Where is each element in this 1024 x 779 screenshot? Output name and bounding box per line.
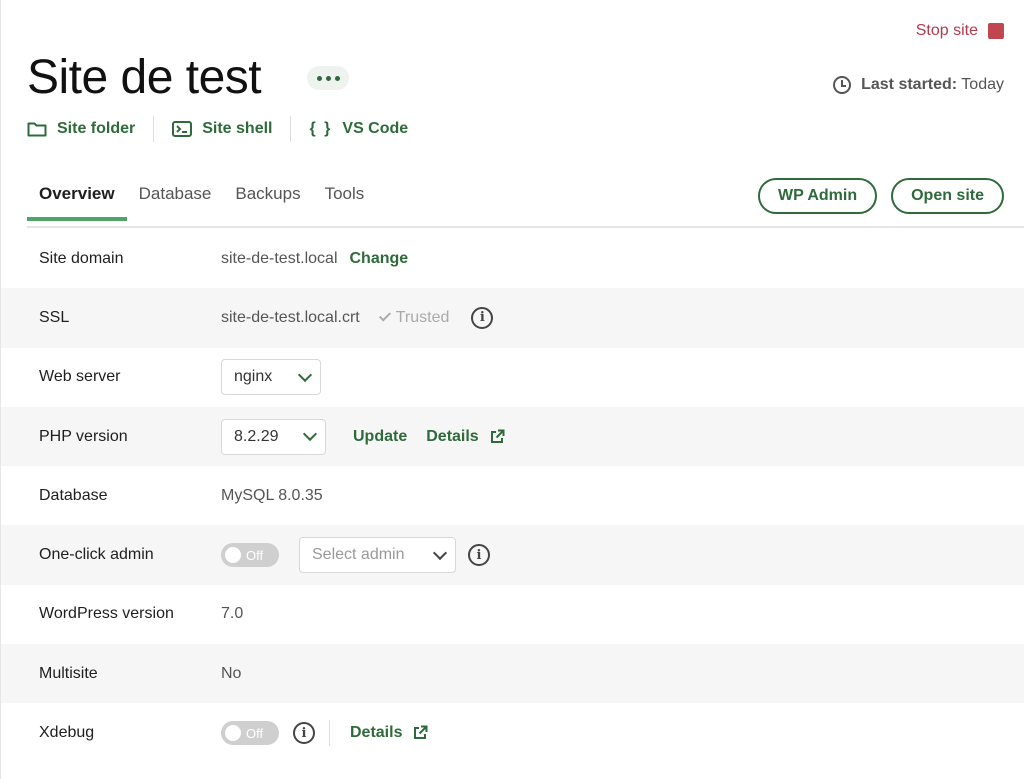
check-icon [378,309,391,322]
ssl-cert-value: site-de-test.local.crt [221,308,360,326]
more-icon [316,75,322,81]
open-site-button[interactable]: Open site [891,178,1004,214]
row-ssl: SSL site-de-test.local.crt Trusted i [1,288,1024,348]
ssl-status: Trusted [378,308,450,327]
last-started-label: Last started: [861,76,958,93]
row-web-server: Web server nginx [1,348,1024,407]
row-wordpress-version: WordPress version 7.0 [1,585,1024,644]
xdebug-details-link[interactable]: Details [350,724,428,742]
row-site-domain: Site domain site-de-test.local Change [1,229,1024,288]
stop-icon [988,23,1004,39]
web-server-label: Web server [39,368,121,386]
site-overview-window: Stop site Site de test Last started: Tod… [0,0,1024,779]
more-icon-dot [334,75,340,81]
tab-tools[interactable]: Tools [313,170,377,220]
xdebug-label: Xdebug [39,724,95,742]
tab-bar: Overview Database Backups Tools [27,170,377,221]
header-buttons: WP Admin Open site [757,178,1004,214]
site-folder-link[interactable]: Site folder [27,120,135,138]
php-update-link[interactable]: Update [353,428,407,446]
info-icon[interactable]: i [468,544,490,567]
php-version-select[interactable]: 8.2.29 [221,418,326,455]
quick-links: Site folder Site shell { } VS Code [27,116,408,142]
multisite-value: No [221,664,242,682]
toggle-state: Off [246,725,264,741]
site-folder-label: Site folder [57,120,136,137]
site-domain-value: site-de-test.local [221,249,338,267]
site-shell-link[interactable]: Site shell [172,120,272,138]
row-one-click-admin: One-click admin Off Select admin i [1,525,1024,585]
site-domain-label: Site domain [39,249,124,267]
wp-admin-button[interactable]: WP Admin [757,178,878,214]
wordpress-version-value: 7.0 [221,605,244,623]
more-icon-dot [325,75,331,81]
wordpress-version-label: WordPress version [39,605,174,623]
divider [153,116,155,142]
database-label: Database [39,486,108,504]
folder-icon [27,122,47,137]
chevron-down-icon [302,426,318,442]
xdebug-toggle[interactable]: Off [221,721,279,746]
last-started: Last started: Today [833,76,1004,94]
ssl-status-label: Trusted [395,308,450,326]
tab-overview[interactable]: Overview [27,170,127,221]
toggle-knob [225,547,241,564]
ssl-label: SSL [39,308,70,326]
one-click-admin-label: One-click admin [39,546,154,564]
tab-backups[interactable]: Backups [223,170,312,220]
chevron-down-icon [432,545,448,560]
info-icon[interactable]: i [471,306,494,329]
last-started-value: Today [961,76,1004,93]
row-multisite: Multisite No [1,644,1024,704]
multisite-label: Multisite [39,664,98,682]
one-click-admin-toggle[interactable]: Off [221,543,279,568]
chevron-down-icon [297,367,313,382]
php-version-value: 8.2.29 [234,427,279,445]
select-admin-placeholder: Select admin [312,546,405,564]
tab-divider [27,226,1024,228]
page-title: Site de test [27,51,262,104]
toggle-state: Off [246,547,264,563]
site-shell-label: Site shell [202,120,273,137]
toggle-knob [225,725,241,742]
stop-site-label: Stop site [915,22,978,39]
row-database: Database MySQL 8.0.35 [1,466,1024,525]
row-php-version: PHP version 8.2.29 Update Details [1,406,1024,467]
change-domain-link[interactable]: Change [350,250,409,268]
php-version-label: PHP version [39,427,128,445]
divider [290,116,292,142]
clock-icon [833,76,852,94]
external-link-icon [490,429,505,443]
code-braces-icon: { } [309,120,333,137]
terminal-icon [172,121,193,137]
more-options-button[interactable] [307,66,349,90]
external-link-icon [414,725,428,740]
php-details-label: Details [426,427,479,445]
select-admin-dropdown[interactable]: Select admin [299,537,456,574]
php-details-link[interactable]: Details [426,427,505,446]
xdebug-details-label: Details [350,724,403,742]
info-icon[interactable]: i [293,722,315,745]
stop-site-button[interactable]: Stop site [916,22,1004,40]
divider [329,720,330,747]
tab-database[interactable]: Database [127,170,224,220]
site-info-table: Site domain site-de-test.local Change SS… [1,229,1024,763]
web-server-value: nginx [234,368,273,386]
database-value: MySQL 8.0.35 [221,486,323,504]
web-server-select[interactable]: nginx [221,359,321,396]
row-xdebug: Xdebug Off i Details [1,703,1024,762]
vs-code-label: VS Code [342,120,409,137]
vs-code-link[interactable]: { } VS Code [309,120,408,138]
